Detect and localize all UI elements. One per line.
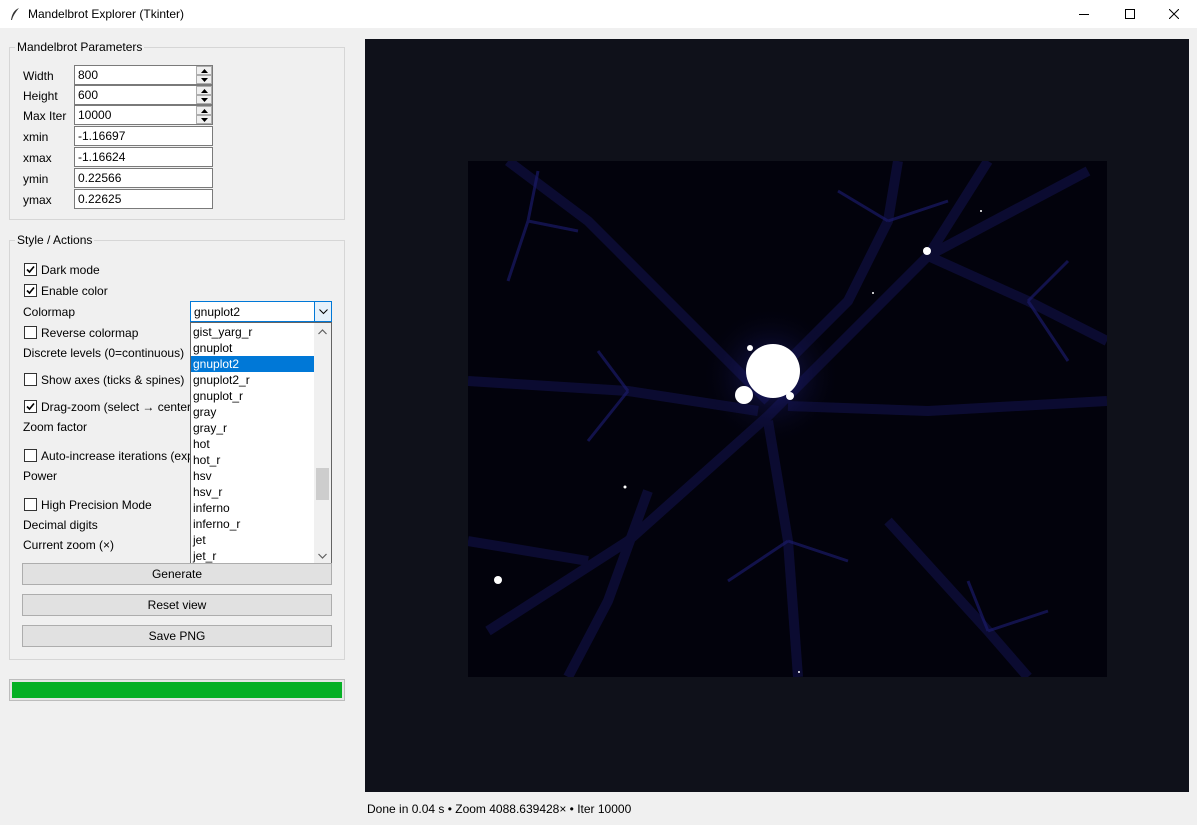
spin-up-icon[interactable] <box>196 106 212 115</box>
spin-up-icon[interactable] <box>196 66 212 75</box>
style-actions-group-label: Style / Actions <box>15 233 95 247</box>
height-spin-arrows[interactable] <box>196 86 212 104</box>
mandelbrot-image[interactable] <box>468 161 1107 677</box>
ymin-label: ymin <box>23 172 49 186</box>
colormap-label: Colormap <box>23 305 76 319</box>
max-iter-spin-arrows[interactable] <box>196 106 212 124</box>
checkmark-icon <box>26 265 35 274</box>
colormap-option[interactable]: hot_r <box>191 452 316 468</box>
generate-button[interactable]: Generate <box>22 563 332 585</box>
dark-mode-label: Dark mode <box>41 263 100 277</box>
scrollbar-thumb[interactable] <box>316 468 329 500</box>
progress-bar <box>9 679 345 701</box>
width-spin-arrows[interactable] <box>196 66 212 84</box>
save-png-button[interactable]: Save PNG <box>22 625 332 647</box>
title-bar: Mandelbrot Explorer (Tkinter) <box>0 0 1197 28</box>
scroll-up-icon[interactable] <box>314 323 331 340</box>
decimal-digits-label: Decimal digits <box>23 518 98 532</box>
current-zoom-label: Current zoom (×) <box>23 538 115 552</box>
window-title: Mandelbrot Explorer (Tkinter) <box>28 7 185 21</box>
ymax-field[interactable]: 0.22625 <box>74 189 213 209</box>
xmin-label: xmin <box>23 130 49 144</box>
progress-fill <box>12 682 342 698</box>
drag-zoom-label: Drag-zoom (select → center <box>41 400 192 414</box>
colormap-option[interactable]: gnuplot_r <box>191 388 316 404</box>
high-precision-label: High Precision Mode <box>41 498 152 512</box>
maximize-icon <box>1125 9 1135 19</box>
maximize-button[interactable] <box>1107 0 1153 28</box>
width-spinbox[interactable]: 800 <box>74 65 213 85</box>
dropdown-button[interactable] <box>314 302 331 321</box>
colormap-option[interactable]: hsv <box>191 468 316 484</box>
enable-color-checkbox[interactable] <box>24 284 37 297</box>
xmax-label: xmax <box>23 151 52 165</box>
colormap-option[interactable]: inferno_r <box>191 516 316 532</box>
spin-down-icon[interactable] <box>196 95 212 104</box>
parameters-group-label: Mandelbrot Parameters <box>15 40 145 54</box>
auto-increase-label: Auto-increase iterations (exp <box>41 449 194 463</box>
xmax-field[interactable]: -1.16624 <box>74 147 213 167</box>
render-canvas[interactable] <box>365 39 1189 792</box>
high-precision-checkbox[interactable] <box>24 498 37 511</box>
colormap-option[interactable]: gnuplot2 <box>191 356 316 372</box>
checkmark-icon <box>26 402 35 411</box>
colormap-option[interactable]: gist_yarg_r <box>191 324 316 340</box>
status-text: Done in 0.04 s • Zoom 4088.639428× • Ite… <box>367 802 632 816</box>
max-iter-label: Max Iter <box>23 109 67 123</box>
feather-icon <box>11 8 19 20</box>
show-axes-label: Show axes (ticks & spines) <box>41 373 185 387</box>
reverse-colormap-checkbox[interactable] <box>24 326 37 339</box>
colormap-option[interactable]: gray <box>191 404 316 420</box>
colormap-option[interactable]: inferno <box>191 500 316 516</box>
ymin-field[interactable]: 0.22566 <box>74 168 213 188</box>
height-label: Height <box>23 89 58 103</box>
close-button[interactable] <box>1151 0 1197 28</box>
show-axes-checkbox[interactable] <box>24 373 37 386</box>
colormap-dropdown-list[interactable]: gist_yarg_r gnuplot gnuplot2 gnuplot2_r gnup… <box>190 322 332 565</box>
colormap-option[interactable]: gnuplot2_r <box>191 372 316 388</box>
discrete-levels-label: Discrete levels (0=continuous) <box>23 346 185 360</box>
colormap-option[interactable]: gray_r <box>191 420 316 436</box>
dark-mode-checkbox[interactable] <box>24 263 37 276</box>
close-icon <box>1169 9 1179 19</box>
minimize-icon <box>1079 14 1089 15</box>
chevron-down-icon <box>318 308 328 314</box>
colormap-option[interactable]: hot <box>191 436 316 452</box>
spin-down-icon[interactable] <box>196 75 212 84</box>
height-spinbox[interactable]: 600 <box>74 85 213 105</box>
width-label: Width <box>23 69 54 83</box>
colormap-options: gist_yarg_r gnuplot gnuplot2 gnuplot2_r gnup… <box>191 324 316 564</box>
colormap-option[interactable]: gnuplot <box>191 340 316 356</box>
colormap-option[interactable]: hsv_r <box>191 484 316 500</box>
spin-up-icon[interactable] <box>196 86 212 95</box>
zoom-factor-label: Zoom factor <box>23 420 88 434</box>
colormap-option[interactable]: jet <box>191 532 316 548</box>
colormap-combobox[interactable]: gnuplot2 <box>190 301 332 322</box>
scroll-down-icon[interactable] <box>314 547 331 564</box>
minimize-button[interactable] <box>1061 0 1107 28</box>
reverse-colormap-label: Reverse colormap <box>41 326 139 340</box>
drag-zoom-checkbox[interactable] <box>24 400 37 413</box>
spin-down-icon[interactable] <box>196 115 212 124</box>
colormap-option[interactable]: jet_r <box>191 548 316 564</box>
reset-view-button[interactable]: Reset view <box>22 594 332 616</box>
xmin-field[interactable]: -1.16697 <box>74 126 213 146</box>
colormap-value: gnuplot2 <box>194 305 241 319</box>
list-scrollbar[interactable] <box>314 323 331 564</box>
enable-color-label: Enable color <box>41 284 108 298</box>
fractal-render <box>468 161 1107 677</box>
max-iter-spinbox[interactable]: 10000 <box>74 105 213 125</box>
power-label: Power <box>23 469 58 483</box>
auto-increase-checkbox[interactable] <box>24 449 37 462</box>
checkmark-icon <box>26 286 35 295</box>
ymax-label: ymax <box>23 193 52 207</box>
